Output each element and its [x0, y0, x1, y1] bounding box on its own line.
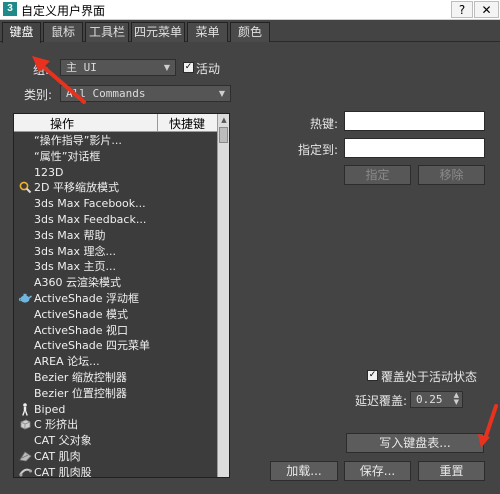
- scroll-thumb[interactable]: [219, 127, 228, 143]
- tab-bar: 键盘 鼠标 工具栏 四元菜单 菜单 颜色: [0, 21, 500, 43]
- list-item[interactable]: 3ds Max Facebook...: [14, 196, 217, 212]
- list-item[interactable]: Biped: [14, 402, 217, 418]
- list-item[interactable]: “属性”对话框: [14, 149, 217, 165]
- annotation-arrow-write-button: [478, 404, 498, 448]
- list-item[interactable]: AREA 论坛...: [14, 354, 217, 370]
- list-item[interactable]: 3ds Max 帮助: [14, 228, 217, 244]
- column-divider[interactable]: [157, 114, 158, 132]
- load-button[interactable]: 加载...: [270, 461, 338, 481]
- reset-button[interactable]: 重置: [418, 461, 485, 481]
- list-item[interactable]: ActiveShade 模式: [14, 307, 217, 323]
- list-item[interactable]: ActiveShade 四元菜单: [14, 338, 217, 354]
- list-item[interactable]: CAT 肌肉: [14, 449, 217, 465]
- annotation-arrow-keyboard-tab: [32, 56, 86, 104]
- close-button[interactable]: ✕: [474, 1, 499, 18]
- teapot-icon: [18, 292, 32, 306]
- list-item[interactable]: ActiveShade 视口: [14, 323, 217, 339]
- delay-override-label: 延迟覆盖:: [355, 394, 408, 408]
- magnify-hand-icon: [18, 181, 32, 195]
- cat-muscle-icon: [18, 450, 32, 464]
- override-checkbox[interactable]: ✓: [367, 370, 378, 381]
- delay-override-spinner[interactable]: 0.25 ▲ ▼: [410, 391, 463, 408]
- app-icon: 3: [3, 2, 17, 16]
- save-button[interactable]: 保存...: [344, 461, 411, 481]
- assigned-to-label: 指定到:: [298, 143, 339, 157]
- assigned-to-field[interactable]: [344, 138, 485, 158]
- list-header: 操作 快捷键: [14, 114, 217, 132]
- spinner-arrows[interactable]: ▲ ▼: [454, 392, 459, 406]
- spinner-down-icon[interactable]: ▼: [454, 399, 459, 406]
- list-item[interactable]: 3ds Max 理念...: [14, 244, 217, 260]
- column-header-action[interactable]: 操作: [50, 115, 74, 132]
- tab-keyboard[interactable]: 键盘: [2, 22, 41, 43]
- list-item[interactable]: ActiveShade 浮动框: [14, 291, 217, 307]
- delay-override-value: 0.25: [416, 393, 443, 406]
- write-keyboard-chart-button[interactable]: 写入键盘表...: [346, 433, 484, 453]
- chevron-down-icon: ▼: [163, 63, 170, 72]
- help-button[interactable]: ?: [451, 1, 473, 18]
- tab-menus[interactable]: 菜单: [187, 22, 228, 42]
- biped-icon: [18, 402, 32, 417]
- list-item[interactable]: 3ds Max 主页...: [14, 259, 217, 275]
- hotkey-label: 热键:: [310, 117, 339, 131]
- tab-toolbars[interactable]: 工具栏: [85, 22, 129, 42]
- action-list[interactable]: 操作 快捷键 “操作指导”影片... “属性”对话框 123D 2D 平移缩放模…: [13, 113, 230, 478]
- assign-button[interactable]: 指定: [344, 165, 411, 185]
- tab-colors[interactable]: 颜色: [230, 22, 270, 42]
- active-checkbox-label: 活动: [196, 62, 221, 76]
- window-title: 自定义用户界面: [21, 4, 106, 18]
- list-item[interactable]: Bezier 缩放控制器: [14, 370, 217, 386]
- active-checkbox[interactable]: ✓: [183, 62, 194, 73]
- scroll-up-icon[interactable]: ▲: [218, 114, 229, 126]
- list-item[interactable]: “操作指导”影片...: [14, 133, 217, 149]
- list-rows: “操作指导”影片... “属性”对话框 123D 2D 平移缩放模式 3ds M…: [14, 133, 217, 477]
- title-bar: 3 自定义用户界面 ? ✕: [0, 0, 500, 20]
- column-header-shortcut[interactable]: 快捷键: [169, 115, 205, 132]
- list-item[interactable]: Bezier 位置控制器: [14, 386, 217, 402]
- list-item[interactable]: 123D: [14, 165, 217, 181]
- cube-icon: [18, 418, 32, 432]
- list-item[interactable]: CAT 父对象: [14, 433, 217, 449]
- cat-muscle-strand-icon: [18, 466, 32, 477]
- list-item[interactable]: 3ds Max Feedback...: [14, 212, 217, 228]
- tab-quad-menus[interactable]: 四元菜单: [131, 22, 185, 42]
- list-item[interactable]: 2D 平移缩放模式: [14, 180, 217, 196]
- list-scrollbar[interactable]: ▲: [217, 114, 229, 477]
- list-item[interactable]: A360 云渲染模式: [14, 275, 217, 291]
- list-item[interactable]: CAT 肌肉股: [14, 465, 217, 477]
- tab-mouse[interactable]: 鼠标: [43, 22, 83, 42]
- chevron-down-icon: ▼: [218, 89, 225, 98]
- list-item[interactable]: C 形挤出: [14, 417, 217, 433]
- override-checkbox-label: 覆盖处于活动状态: [381, 370, 478, 384]
- remove-button[interactable]: 移除: [418, 165, 485, 185]
- hotkey-field[interactable]: [344, 111, 485, 131]
